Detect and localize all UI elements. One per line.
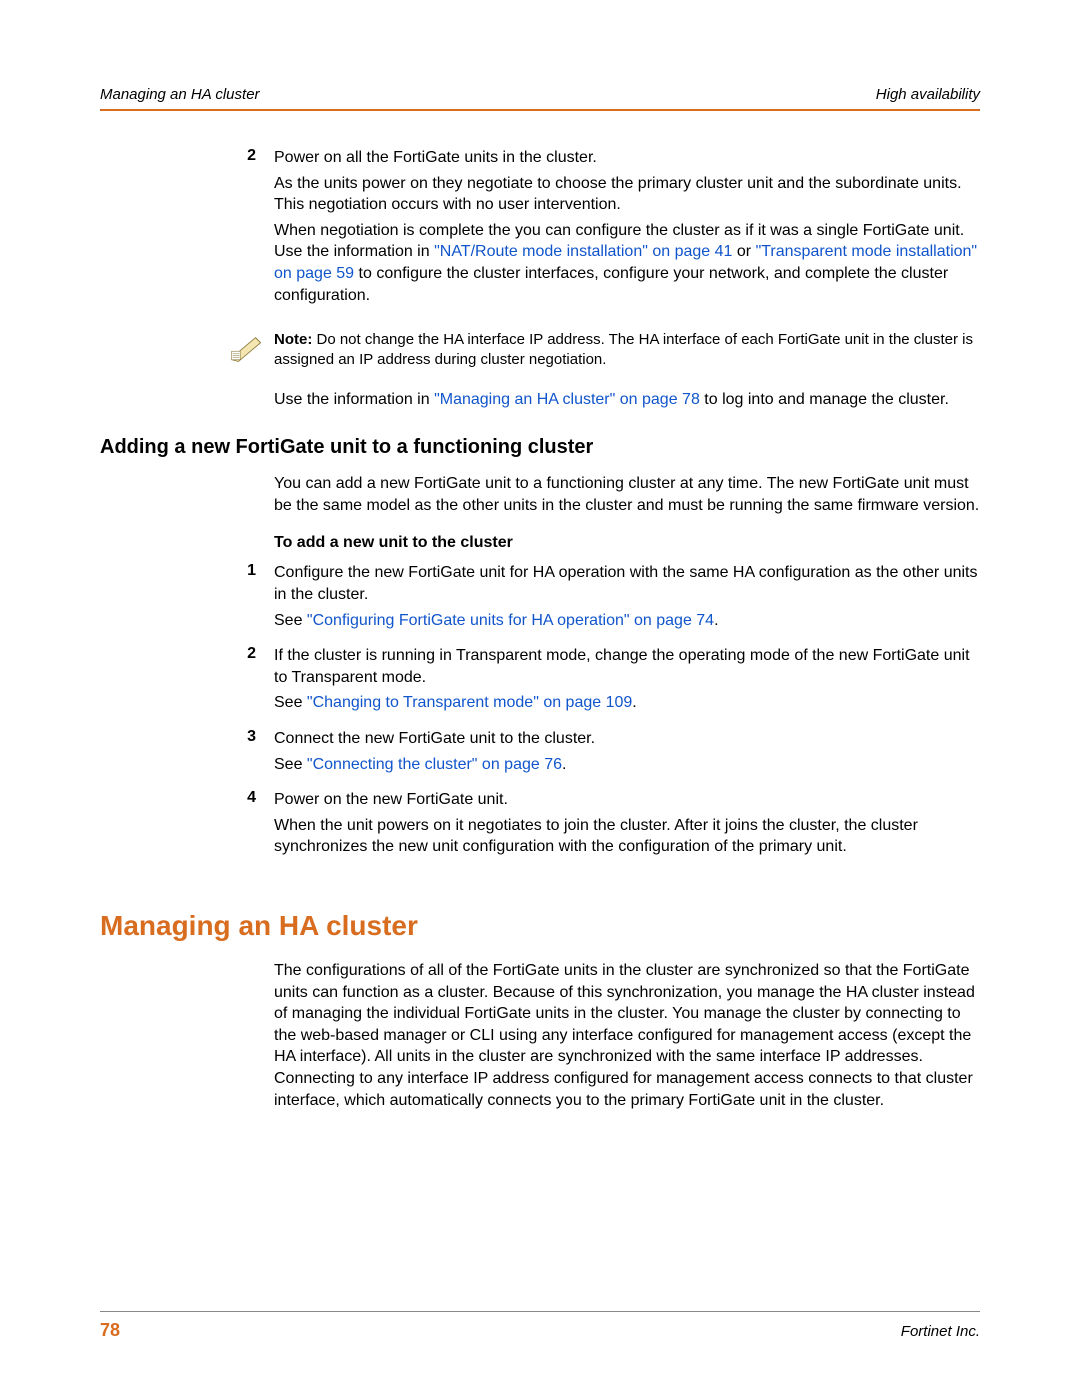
paragraph: Use the information in "Managing an HA c… — [274, 389, 980, 411]
paragraph: As the units power on they negotiate to … — [274, 173, 980, 216]
footer-company: Fortinet Inc. — [901, 1323, 980, 1340]
step-number: 3 — [230, 728, 274, 779]
running-header: Managing an HA cluster High availability — [100, 86, 980, 111]
step-number: 4 — [230, 789, 274, 862]
note-callout: Note: Do not change the HA interface IP … — [230, 330, 980, 371]
step-number: 2 — [230, 147, 274, 310]
paragraph: See "Configuring FortiGate units for HA … — [274, 610, 980, 632]
list-item: 1 Configure the new FortiGate unit for H… — [230, 562, 980, 635]
running-footer: 78 Fortinet Inc. — [100, 1311, 980, 1341]
cross-reference-link[interactable]: "Configuring FortiGate units for HA oper… — [307, 612, 714, 629]
cross-reference-link[interactable]: "Managing an HA cluster" on page 78 — [434, 391, 700, 408]
paragraph: If the cluster is running in Transparent… — [274, 645, 980, 688]
paragraph: The configurations of all of the FortiGa… — [274, 960, 980, 1111]
step-body: Configure the new FortiGate unit for HA … — [274, 562, 980, 635]
step-number: 1 — [230, 562, 274, 635]
paragraph: When the unit powers on it negotiates to… — [274, 815, 980, 858]
paragraph: See "Connecting the cluster" on page 76. — [274, 754, 980, 776]
note-icon — [230, 330, 274, 367]
heading-1: Managing an HA cluster — [100, 910, 980, 942]
header-left: Managing an HA cluster — [100, 86, 260, 103]
cross-reference-link[interactable]: "Changing to Transparent mode" on page 1… — [307, 694, 632, 711]
list-item: 3 Connect the new FortiGate unit to the … — [230, 728, 980, 779]
page-number: 78 — [100, 1320, 120, 1341]
document-page: Managing an HA cluster High availability… — [0, 0, 1080, 1189]
paragraph: Power on all the FortiGate units in the … — [274, 147, 980, 169]
main-content: 2 Power on all the FortiGate units in th… — [230, 147, 980, 1111]
paragraph: See "Changing to Transparent mode" on pa… — [274, 692, 980, 714]
step-body: If the cluster is running in Transparent… — [274, 645, 980, 718]
step-body: Power on all the FortiGate units in the … — [274, 147, 980, 310]
heading-2: Adding a new FortiGate unit to a functio… — [100, 436, 980, 459]
paragraph: When negotiation is complete the you can… — [274, 220, 980, 306]
list-item: 2 If the cluster is running in Transpare… — [230, 645, 980, 718]
note-text: Note: Do not change the HA interface IP … — [274, 330, 980, 371]
cross-reference-link[interactable]: "NAT/Route mode installation" on page 41 — [434, 243, 732, 260]
note-label: Note: — [274, 331, 312, 348]
paragraph: You can add a new FortiGate unit to a fu… — [274, 473, 980, 516]
paragraph: Power on the new FortiGate unit. — [274, 789, 980, 811]
cross-reference-link[interactable]: "Connecting the cluster" on page 76 — [307, 756, 562, 773]
list-item: 4 Power on the new FortiGate unit. When … — [230, 789, 980, 862]
paragraph: Connect the new FortiGate unit to the cl… — [274, 728, 980, 750]
paragraph: Configure the new FortiGate unit for HA … — [274, 562, 980, 605]
step-body: Power on the new FortiGate unit. When th… — [274, 789, 980, 862]
step-body: Connect the new FortiGate unit to the cl… — [274, 728, 980, 779]
list-item: 2 Power on all the FortiGate units in th… — [230, 147, 980, 310]
header-right: High availability — [876, 86, 980, 103]
heading-3: To add a new unit to the cluster — [274, 534, 980, 552]
step-number: 2 — [230, 645, 274, 718]
